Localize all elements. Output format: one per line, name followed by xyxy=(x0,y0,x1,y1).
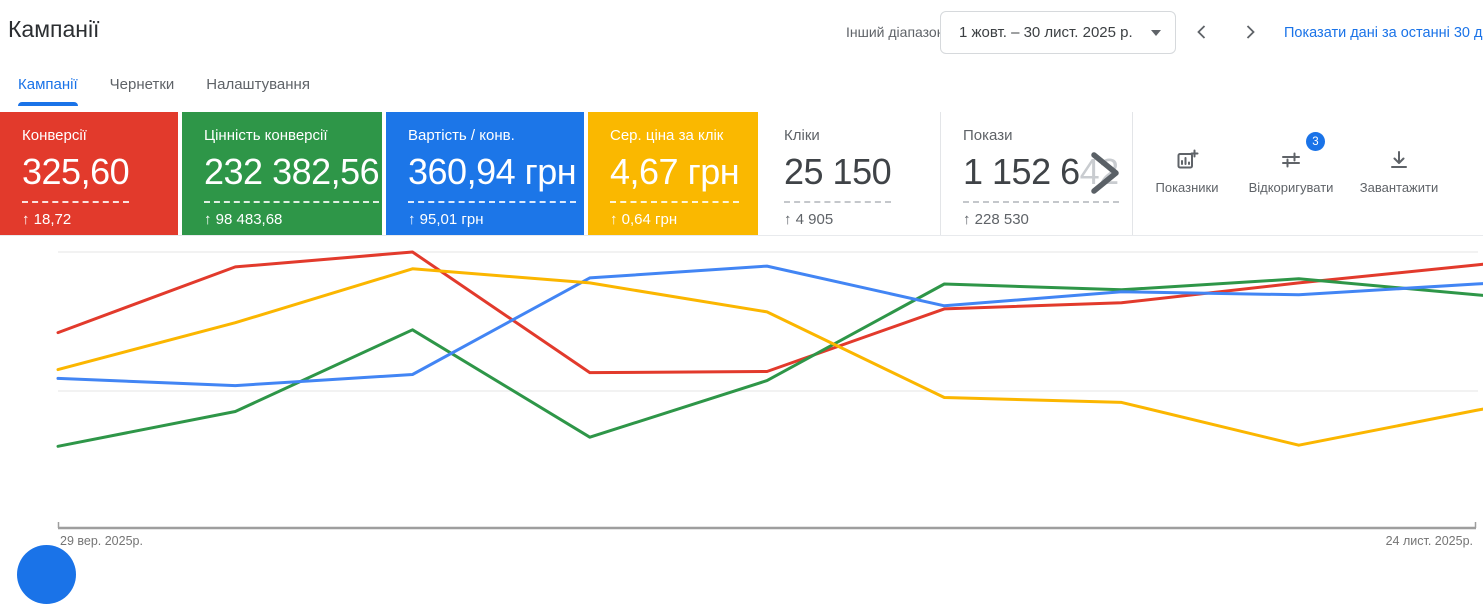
chart-line-Вартість / конв. xyxy=(58,266,1483,386)
scorecards-next-button[interactable] xyxy=(1086,149,1126,202)
metrics-chart-icon xyxy=(1175,148,1199,172)
up-arrow-icon: ↑ xyxy=(784,211,792,228)
scorecard-value: 232 382,56 xyxy=(204,151,379,203)
scorecard-value: 325,60 xyxy=(22,151,129,203)
x-axis-end-label: 24 лист. 2025р. xyxy=(1386,534,1473,548)
adjust-button-label: Відкоригувати xyxy=(1249,180,1334,195)
scorecard-cost-per-conversion[interactable]: Вартість / конв. 360,94 грн ↑ 95,01 грн xyxy=(386,112,584,235)
date-range-picker[interactable]: 1 жовт. – 30 лист. 2025 р. xyxy=(940,11,1176,54)
up-arrow-icon: ↑ xyxy=(963,211,971,228)
scorecard-label: Покази xyxy=(963,127,1132,144)
help-fab-button[interactable] xyxy=(17,545,76,604)
scorecard-label: Вартість / конв. xyxy=(408,127,584,144)
scorecard-conversion-value[interactable]: Цінність конверсії 232 382,56 ↑ 98 483,6… xyxy=(182,112,382,235)
download-icon xyxy=(1387,148,1411,172)
scorecard-clicks[interactable]: Кліки 25 150 ↑ 4 905 xyxy=(762,112,940,235)
tab-settings[interactable]: Налаштування xyxy=(206,76,310,105)
show-last-30-days-link[interactable]: Показати дані за останні 30 д xyxy=(1284,25,1482,41)
trend-chart[interactable]: 29 вер. 2025р. 24 лист. 2025р. xyxy=(0,237,1483,559)
scorecard-delta: 228 530 xyxy=(975,211,1029,228)
metrics-button-label: Показники xyxy=(1156,180,1219,195)
scorecard-delta: 0,64 грн xyxy=(622,211,677,228)
up-arrow-icon: ↑ xyxy=(22,211,30,228)
trend-chart-svg xyxy=(0,237,1483,559)
tab-campaigns[interactable]: Кампанії xyxy=(18,76,78,105)
scorecard-delta: 4 905 xyxy=(796,211,834,228)
download-button-label: Завантажити xyxy=(1360,180,1438,195)
chart-toolbar: Показники Відкоригувати 3 Завантажити xyxy=(1132,112,1483,235)
chart-line-Цінність конверсії xyxy=(58,279,1483,447)
collapse-button[interactable]: Згор xyxy=(1451,112,1483,235)
metrics-button[interactable]: Показники xyxy=(1139,112,1235,235)
scorecard-label: Конверсії xyxy=(22,127,178,144)
page-title: Кампанії xyxy=(8,16,99,43)
next-range-button[interactable] xyxy=(1236,18,1264,46)
scorecard-avg-cpc[interactable]: Сер. ціна за клік 4,67 грн ↑ 0,64 грн xyxy=(588,112,758,235)
adjust-badge: 3 xyxy=(1306,132,1325,151)
x-axis-start-label: 29 вер. 2025р. xyxy=(60,534,143,548)
up-arrow-icon: ↑ xyxy=(408,211,416,228)
download-button[interactable]: Завантажити xyxy=(1347,112,1451,235)
scorecard-delta: 95,01 грн xyxy=(420,211,484,228)
prev-range-button[interactable] xyxy=(1188,18,1216,46)
scorecard-delta: 98 483,68 xyxy=(216,211,283,228)
tab-bar: Кампанії Чернетки Налаштування xyxy=(18,76,310,105)
scorecard-conversions[interactable]: Конверсії 325,60 ↑ 18,72 xyxy=(0,112,178,235)
scorecards-row: Конверсії 325,60 ↑ 18,72 Цінність конвер… xyxy=(0,112,1483,236)
adjust-sliders-icon xyxy=(1279,148,1303,172)
chart-series-group xyxy=(58,252,1483,446)
scorecard-label: Сер. ціна за клік xyxy=(610,127,758,144)
scorecard-value: 4,67 грн xyxy=(610,151,739,203)
date-range-value: 1 жовт. – 30 лист. 2025 р. xyxy=(959,24,1141,41)
scorecard-delta: 18,72 xyxy=(34,211,72,228)
tab-drafts[interactable]: Чернетки xyxy=(110,76,175,105)
other-range-label: Інший діапазон xyxy=(846,24,944,40)
scorecard-label: Цінність конверсії xyxy=(204,127,382,144)
scorecard-value: 25 150 xyxy=(784,151,891,203)
up-arrow-icon: ↑ xyxy=(610,211,618,228)
up-arrow-icon: ↑ xyxy=(204,211,212,228)
scorecard-value: 360,94 грн xyxy=(408,151,576,203)
scorecard-label: Кліки xyxy=(784,127,940,144)
chevron-down-icon xyxy=(1151,30,1161,36)
adjust-button[interactable]: Відкоригувати 3 xyxy=(1235,112,1347,235)
